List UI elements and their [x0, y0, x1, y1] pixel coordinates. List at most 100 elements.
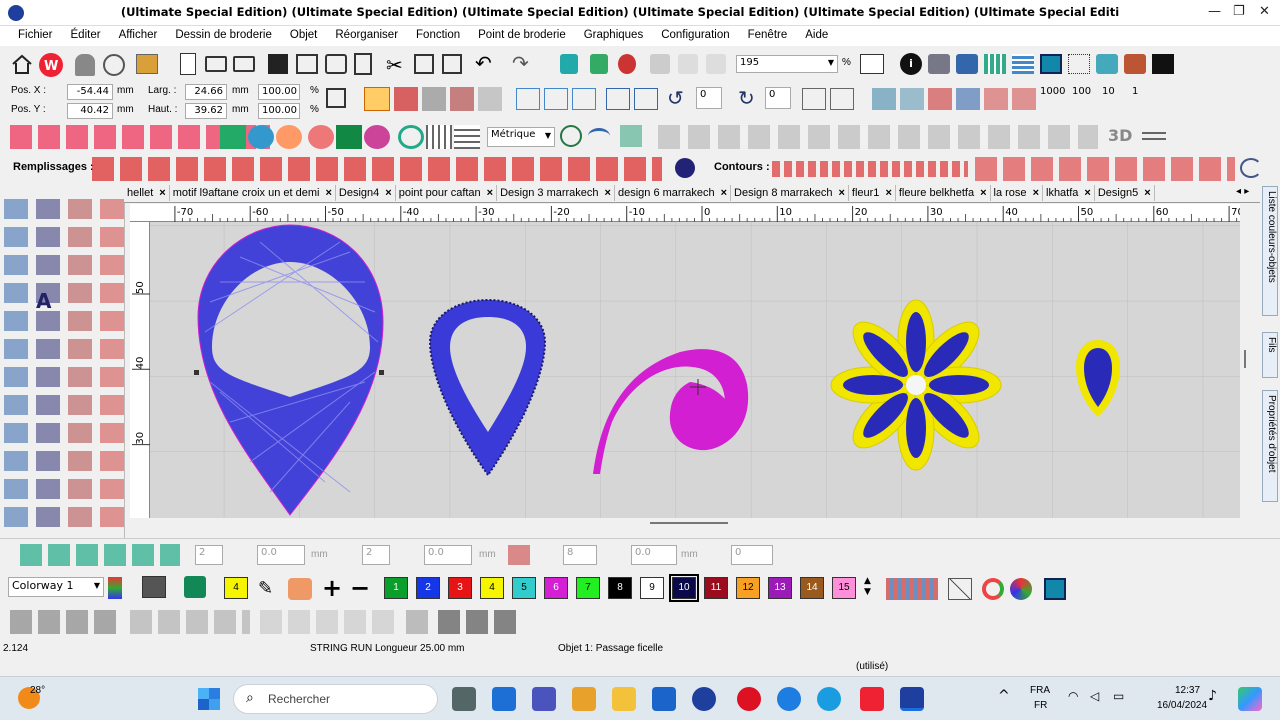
- photos-icon[interactable]: [572, 687, 596, 711]
- menu-configuration[interactable]: Configuration: [652, 26, 738, 46]
- branch-tools-icons[interactable]: [260, 610, 400, 634]
- contour-types-icons[interactable]: [772, 161, 968, 177]
- drawing-tools-column-3[interactable]: [68, 197, 92, 527]
- zigzag-icon[interactable]: [928, 88, 952, 110]
- shapes-icon[interactable]: [248, 125, 274, 149]
- people-icon[interactable]: [1096, 54, 1118, 74]
- star-icon[interactable]: [276, 125, 302, 149]
- language-code[interactable]: FRA: [1030, 685, 1050, 696]
- palette-swatch[interactable]: 5: [512, 577, 536, 599]
- offset-field[interactable]: 0.0: [424, 545, 472, 565]
- color-blocks-icon[interactable]: [142, 576, 166, 598]
- close-icon[interactable]: ✕: [1259, 4, 1270, 19]
- view-tools-icons[interactable]: [438, 610, 518, 634]
- task-view-icon[interactable]: [452, 687, 476, 711]
- palette-swatch[interactable]: 4: [480, 577, 504, 599]
- density-1-icon[interactable]: 1: [1132, 86, 1138, 97]
- density-100-icon[interactable]: 100: [1072, 86, 1091, 97]
- travel-icon[interactable]: [560, 54, 578, 74]
- new-file-icon[interactable]: [180, 53, 196, 75]
- posy-field[interactable]: 40.42: [67, 103, 113, 119]
- card-icon[interactable]: [956, 54, 978, 74]
- wilcom-logo-icon[interactable]: W: [39, 53, 63, 77]
- windows-start-icon[interactable]: [198, 688, 220, 710]
- design-object-flower[interactable]: [830, 299, 1002, 471]
- eyedropper-icon[interactable]: ✎: [258, 578, 282, 600]
- rotate-right-field[interactable]: 0: [765, 87, 791, 109]
- vertical-scrollbar[interactable]: [1244, 350, 1246, 368]
- taskbar-search[interactable]: ⌕ Rechercher: [233, 684, 438, 714]
- fill-types-icons[interactable]: [92, 157, 662, 181]
- close-icon[interactable]: ×: [721, 187, 727, 199]
- tab-document[interactable]: fleur1 ×: [849, 185, 896, 201]
- picture-icon[interactable]: [220, 125, 246, 149]
- minimize-icon[interactable]: —: [1208, 4, 1221, 19]
- color-globe-icon[interactable]: [1010, 578, 1032, 600]
- print-preview-icon[interactable]: [354, 53, 372, 75]
- colorway-select[interactable]: Colorway 1 ▼: [8, 577, 104, 597]
- slant-right-icon[interactable]: [830, 88, 854, 110]
- shirt-color-icon[interactable]: [184, 576, 206, 598]
- ms365-icon[interactable]: [492, 687, 516, 711]
- text-tool-icon[interactable]: A: [36, 289, 51, 313]
- menu-dessin[interactable]: Dessin de broderie: [166, 26, 281, 46]
- mirror-h-icon[interactable]: [516, 88, 540, 110]
- posx-field[interactable]: -54.44: [67, 84, 113, 100]
- rotate-right-icon[interactable]: ↻: [738, 86, 755, 110]
- stitch-player-icon[interactable]: [650, 54, 670, 74]
- palette-scroll-icon[interactable]: ▲ ▼: [864, 576, 871, 598]
- measure-icon[interactable]: [560, 125, 582, 147]
- close-icon[interactable]: ×: [1144, 187, 1150, 199]
- close-icon[interactable]: ×: [1084, 187, 1090, 199]
- copilot-icon[interactable]: [1238, 687, 1262, 711]
- wilcom-taskbar-icon[interactable]: [860, 687, 884, 711]
- lock-proportions-icon[interactable]: [326, 88, 346, 108]
- tab-document[interactable]: design 6 marrakech ×: [615, 185, 732, 201]
- close-icon[interactable]: ×: [838, 187, 844, 199]
- rotate-icon[interactable]: [572, 88, 596, 110]
- tab-scroll-icon[interactable]: ◂ ▸: [1236, 186, 1249, 197]
- wifi-icon[interactable]: ◠: [1068, 689, 1078, 703]
- tab-document[interactable]: Design 3 marrakech ×: [497, 185, 615, 201]
- applique-icon[interactable]: [308, 125, 334, 149]
- color-wheel-icon[interactable]: [982, 578, 1004, 600]
- tab-document[interactable]: lkhatfa ×: [1043, 185, 1095, 201]
- satin-icon[interactable]: [394, 87, 418, 111]
- run-icon[interactable]: [478, 87, 502, 111]
- copy-icon[interactable]: [414, 54, 434, 74]
- notification-bell-icon[interactable]: ♪: [1208, 688, 1217, 704]
- horizontal-scrollbar[interactable]: [650, 522, 728, 524]
- zoom-select[interactable]: 195 ▼: [736, 55, 838, 73]
- battery-icon[interactable]: ▭: [1113, 689, 1124, 703]
- radius-field[interactable]: 0.0: [631, 545, 677, 565]
- save-icon[interactable]: [268, 54, 288, 74]
- palette-swatch[interactable]: 3: [448, 577, 472, 599]
- tab-object-properties[interactable]: Propriétés d'objet: [1262, 390, 1278, 502]
- hoop-icon[interactable]: [75, 54, 95, 76]
- contour-effects-icons[interactable]: [975, 157, 1235, 181]
- rotate-left-icon[interactable]: ↺: [667, 86, 684, 110]
- 3d-icon[interactable]: 3D: [1108, 126, 1132, 145]
- grid-icon[interactable]: [984, 54, 1006, 74]
- teams-icon[interactable]: [532, 687, 556, 711]
- palette-swatch[interactable]: 9: [640, 577, 664, 599]
- black-white-icon[interactable]: [1152, 54, 1174, 74]
- hoop-color-icon[interactable]: [1044, 578, 1066, 600]
- spacing-field[interactable]: 2: [195, 545, 223, 565]
- slow-redraw-icon[interactable]: [590, 54, 608, 74]
- palette-swatch[interactable]: 13: [768, 577, 792, 599]
- file-explorer-icon[interactable]: [612, 687, 636, 711]
- close-icon[interactable]: ×: [980, 187, 986, 199]
- close-icon[interactable]: ×: [487, 187, 493, 199]
- close-icon[interactable]: ×: [605, 187, 611, 199]
- stitch-type-icon[interactable]: [422, 87, 446, 111]
- width-percent-field[interactable]: 100.00: [258, 84, 300, 100]
- menu-aide[interactable]: Aide: [796, 26, 837, 46]
- arc-icon[interactable]: [588, 128, 610, 144]
- alignment-icons[interactable]: [20, 544, 180, 566]
- volume-icon[interactable]: ◁: [1090, 689, 1099, 703]
- hide-icon[interactable]: [678, 54, 698, 74]
- length-field[interactable]: 0.0: [257, 545, 305, 565]
- shirt-icon[interactable]: [336, 125, 362, 149]
- menu-fonction[interactable]: Fonction: [407, 26, 469, 46]
